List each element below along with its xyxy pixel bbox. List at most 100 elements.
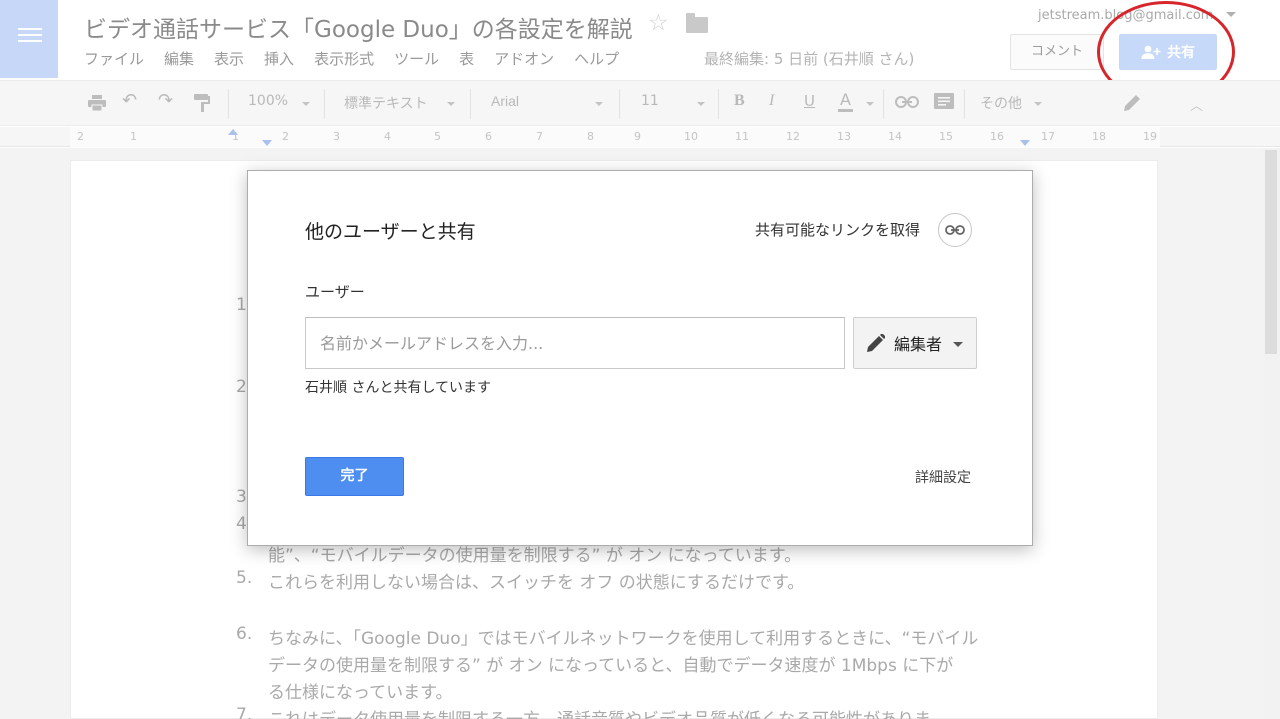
menu-file[interactable]: ファイル — [84, 48, 144, 69]
chevron-down-icon[interactable] — [302, 102, 310, 106]
permission-dropdown[interactable]: 編集者 — [853, 317, 977, 369]
chevron-down-icon[interactable] — [1034, 102, 1042, 106]
list-number: 2 — [236, 377, 247, 397]
insert-link-icon[interactable] — [895, 96, 919, 108]
underline-icon[interactable]: U — [804, 92, 815, 110]
toolbar-divider — [718, 89, 719, 119]
star-icon[interactable]: ☆ — [648, 10, 669, 36]
menu-edit[interactable]: 編集 — [164, 48, 194, 69]
permission-label: 編集者 — [894, 335, 943, 354]
ruler-label: 6 — [485, 130, 492, 143]
menu-tools[interactable]: ツール — [394, 48, 439, 69]
bold-icon[interactable]: B — [734, 92, 745, 110]
menu-bar: ファイル 編集 表示 挿入 表示形式 ツール 表 アドオン ヘルプ — [84, 48, 639, 69]
paragraph-line: ちなみに、「Google Duo」ではモバイルネットワークを使用して利用するとき… — [268, 629, 979, 649]
users-label: ユーザー — [305, 283, 365, 301]
ruler-label: 3 — [333, 130, 340, 143]
pencil-icon[interactable] — [1124, 93, 1142, 111]
document-title[interactable]: ビデオ通話サービス「Google Duo」の各設定を解説 — [84, 10, 633, 44]
ruler-label: 1 — [130, 130, 137, 143]
zoom-select[interactable]: 100% — [248, 93, 288, 109]
get-shareable-link[interactable]: 共有可能なリンクを取得 — [755, 219, 920, 240]
first-line-indent-handle[interactable] — [228, 129, 238, 135]
right-indent-handle[interactable] — [1020, 140, 1030, 146]
font-select[interactable]: Arial — [491, 93, 519, 109]
ruler-label: 12 — [786, 130, 800, 143]
menu-table[interactable]: 表 — [459, 48, 474, 69]
last-edit-link[interactable]: 最終編集: 5 日前 (石井順 さん) — [704, 48, 914, 69]
paragraph-line: る仕様になっています。 — [268, 683, 453, 703]
paragraph-line: これらを利用しない場合は、スイッチを オフ の状態にするだけです。 — [268, 573, 805, 593]
text-color-icon[interactable]: A — [838, 90, 853, 112]
comments-button[interactable]: コメント — [1010, 34, 1104, 70]
chevron-down-icon[interactable] — [866, 102, 874, 106]
toolbar-divider — [228, 89, 229, 119]
docs-header: ビデオ通話サービス「Google Duo」の各設定を解説 ☆ ファイル 編集 表… — [0, 0, 1280, 103]
ruler-label: 8 — [587, 130, 594, 143]
ruler-label: 15 — [939, 130, 953, 143]
menu-format[interactable]: 表示形式 — [314, 48, 374, 69]
list-number: 7. — [236, 705, 253, 719]
list-number: 1 — [236, 295, 247, 315]
ruler-label: 19 — [1143, 130, 1157, 143]
shared-with-text: 石井順 さんと共有しています — [305, 380, 492, 396]
scrollbar-thumb[interactable] — [1265, 150, 1277, 354]
menu-addons[interactable]: アドオン — [494, 48, 554, 69]
chevron-down-icon — [953, 341, 964, 347]
ruler-label: 2 — [77, 130, 84, 143]
paragraph-line: これはデータ使用量を制限する一方、通話音質やビデオ品質が低くなる可能性がありま — [268, 705, 931, 719]
hamburger-icon — [18, 28, 42, 46]
pencil-icon — [867, 334, 885, 352]
chevron-down-icon[interactable] — [697, 102, 705, 106]
menu-view[interactable]: 表示 — [214, 48, 244, 69]
paint-format-icon[interactable] — [194, 94, 210, 112]
left-indent-handle[interactable] — [262, 140, 272, 146]
insert-comment-icon[interactable] — [934, 93, 954, 111]
share-dialog: 他のユーザーと共有 共有可能なリンクを取得 ユーザー 編集者 石井順 さんと共有… — [247, 170, 1033, 546]
undo-icon[interactable]: ↶ — [122, 90, 137, 111]
ruler-label: 16 — [990, 130, 1004, 143]
list-number: 5. — [236, 568, 253, 588]
ruler-label: 10 — [684, 130, 698, 143]
toolbar-divider — [324, 89, 325, 119]
ruler-label: 14 — [888, 130, 902, 143]
ruler-label: 17 — [1041, 130, 1055, 143]
paragraph-line: データの使用量を制限する” が オン になっていると、自動でデータ速度が 1Mb… — [268, 656, 954, 676]
link-icon[interactable] — [938, 213, 972, 247]
redo-icon[interactable]: ↷ — [158, 90, 173, 111]
menu-insert[interactable]: 挿入 — [264, 48, 294, 69]
toolbar-divider — [964, 89, 965, 119]
toolbar-divider — [619, 89, 620, 119]
folder-icon[interactable] — [686, 13, 708, 33]
list-number: 3 — [236, 487, 247, 507]
list-number: 6. — [236, 624, 253, 644]
toolbar-divider — [470, 89, 471, 119]
horizontal-ruler: 2 1 1 2 3 4 5 6 7 8 9 10 11 12 13 14 15 … — [0, 127, 1280, 147]
ruler-label: 5 — [434, 130, 441, 143]
ruler-label: 7 — [536, 130, 543, 143]
main-menu-button[interactable] — [0, 0, 58, 78]
print-icon[interactable] — [88, 95, 106, 111]
ruler-label: 13 — [837, 130, 851, 143]
chevron-down-icon[interactable] — [1226, 12, 1236, 17]
ruler-label: 18 — [1092, 130, 1106, 143]
font-size-select[interactable]: 11 — [641, 93, 659, 109]
ruler-label: 11 — [735, 130, 749, 143]
people-input[interactable] — [305, 317, 845, 369]
dialog-title: 他のユーザーと共有 — [305, 221, 476, 243]
ruler-label: 4 — [384, 130, 391, 143]
chevron-down-icon[interactable] — [447, 102, 455, 106]
collapse-menu-icon[interactable]: ︿ — [1190, 95, 1203, 114]
advanced-settings-link[interactable]: 詳細設定 — [915, 467, 971, 487]
italic-icon[interactable]: I — [769, 92, 774, 110]
done-button[interactable]: 完了 — [305, 457, 404, 496]
menu-help[interactable]: ヘルプ — [574, 48, 619, 69]
chevron-down-icon[interactable] — [595, 102, 603, 106]
paragraph-style-select[interactable]: 標準テキスト — [344, 93, 428, 113]
toolbar-divider — [883, 89, 884, 119]
ruler-label: 2 — [282, 130, 289, 143]
list-number: 4 — [236, 514, 247, 534]
formatting-toolbar: ↶ ↷ 100% 標準テキスト Arial 11 B I U A その他 ︿ — [0, 80, 1280, 126]
more-button[interactable]: その他 — [980, 93, 1022, 113]
ruler-label: 9 — [634, 130, 641, 143]
